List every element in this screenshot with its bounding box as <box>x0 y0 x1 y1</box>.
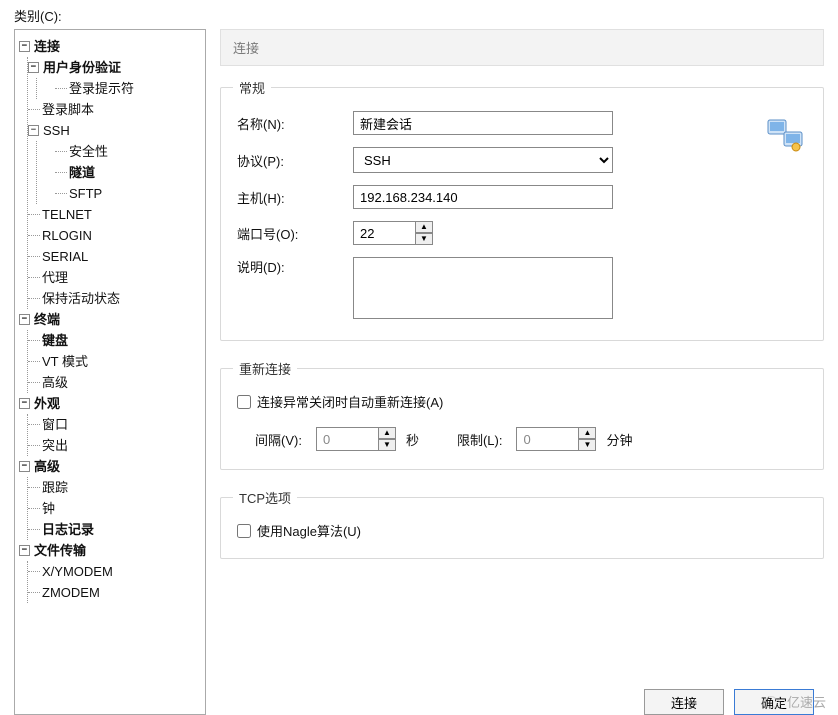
tree-item-file-transfer[interactable]: − 文件传输 <box>19 540 201 561</box>
collapse-icon[interactable]: − <box>19 545 30 556</box>
reconnect-group: 重新连接 连接异常关闭时自动重新连接(A) 间隔(V): ▲ ▼ 秒 <box>220 359 824 470</box>
name-input[interactable] <box>353 111 613 135</box>
interval-unit: 秒 <box>406 430 419 449</box>
tree-item-security[interactable]: 安全性 <box>55 141 201 162</box>
limit-unit: 分钟 <box>606 430 632 449</box>
tree-item-proxy[interactable]: 代理 <box>28 267 201 288</box>
limit-spin-up[interactable]: ▲ <box>578 427 596 439</box>
collapse-icon[interactable]: − <box>28 62 39 73</box>
collapse-icon[interactable]: − <box>19 461 30 472</box>
tree-item-vt-mode[interactable]: VT 模式 <box>28 351 201 372</box>
collapse-icon[interactable]: − <box>28 125 39 136</box>
tree-item-term-advanced[interactable]: 高级 <box>28 372 201 393</box>
limit-spin-down[interactable]: ▼ <box>578 439 596 451</box>
tree-item-login-prompt[interactable]: 登录提示符 <box>55 78 201 99</box>
auto-reconnect-label: 连接异常关闭时自动重新连接(A) <box>257 392 443 411</box>
tcp-legend: TCP选项 <box>233 488 297 507</box>
connection-icon <box>766 118 806 155</box>
port-spin-down[interactable]: ▼ <box>415 233 433 245</box>
tree-item-bell[interactable]: 钟 <box>28 498 201 519</box>
dialog-buttons: 连接 确定 <box>220 681 824 715</box>
tree-item-rlogin[interactable]: RLOGIN <box>28 225 201 246</box>
nagle-label: 使用Nagle算法(U) <box>257 521 361 540</box>
collapse-icon[interactable]: − <box>19 41 30 52</box>
interval-label: 间隔(V): <box>255 430 302 449</box>
tree-item-serial[interactable]: SERIAL <box>28 246 201 267</box>
auto-reconnect-checkbox[interactable] <box>237 395 251 409</box>
interval-spin-down[interactable]: ▼ <box>378 439 396 451</box>
tree-item-telnet[interactable]: TELNET <box>28 204 201 225</box>
host-label: 主机(H): <box>233 188 353 207</box>
tree-item-window[interactable]: 窗口 <box>28 414 201 435</box>
tree-item-zmodem[interactable]: ZMODEM <box>28 582 201 603</box>
tree-item-keep-alive[interactable]: 保持活动状态 <box>28 288 201 309</box>
panel-header: 连接 <box>220 29 824 66</box>
description-label: 说明(D): <box>233 257 353 276</box>
protocol-select[interactable]: SSH <box>353 147 613 173</box>
connect-button[interactable]: 连接 <box>644 689 724 715</box>
category-tree[interactable]: − 连接 − 用户身份验证 登录提示符 <box>14 29 206 715</box>
tree-item-advanced[interactable]: − 高级 <box>19 456 201 477</box>
general-legend: 常规 <box>233 78 271 97</box>
tree-item-user-auth[interactable]: − 用户身份验证 <box>28 57 201 78</box>
limit-label: 限制(L): <box>457 430 503 449</box>
tree-item-logging[interactable]: 日志记录 <box>28 519 201 540</box>
category-label: 类别(C): <box>14 6 824 25</box>
tree-item-login-script[interactable]: 登录脚本 <box>28 99 201 120</box>
tree-item-appearance[interactable]: − 外观 <box>19 393 201 414</box>
tree-item-keyboard[interactable]: 键盘 <box>28 330 201 351</box>
tree-item-tracking[interactable]: 跟踪 <box>28 477 201 498</box>
tree-item-sftp[interactable]: SFTP <box>55 183 201 204</box>
reconnect-legend: 重新连接 <box>233 359 297 378</box>
collapse-icon[interactable]: − <box>19 398 30 409</box>
general-group: 常规 名称(N): 协议(P): SSH 主机(H): <box>220 78 824 341</box>
tree-item-connection[interactable]: − 连接 <box>19 36 201 57</box>
interval-spin-up[interactable]: ▲ <box>378 427 396 439</box>
description-textarea[interactable] <box>353 257 613 319</box>
cloud-icon <box>761 695 783 709</box>
tree-item-terminal[interactable]: − 终端 <box>19 309 201 330</box>
port-spin-up[interactable]: ▲ <box>415 221 433 233</box>
nagle-checkbox[interactable] <box>237 524 251 538</box>
tree-item-highlight[interactable]: 突出 <box>28 435 201 456</box>
name-label: 名称(N): <box>233 114 353 133</box>
limit-input[interactable] <box>516 427 578 451</box>
watermark: 亿速云 <box>761 692 826 711</box>
tree-item-xymodem[interactable]: X/YMODEM <box>28 561 201 582</box>
port-input[interactable] <box>353 221 415 245</box>
tree-item-ssh[interactable]: − SSH <box>28 120 201 141</box>
tcp-group: TCP选项 使用Nagle算法(U) <box>220 488 824 559</box>
host-input[interactable] <box>353 185 613 209</box>
protocol-label: 协议(P): <box>233 151 353 170</box>
collapse-icon[interactable]: − <box>19 314 30 325</box>
tree-item-tunnel[interactable]: 隧道 <box>55 162 201 183</box>
port-label: 端口号(O): <box>233 224 353 243</box>
interval-input[interactable] <box>316 427 378 451</box>
